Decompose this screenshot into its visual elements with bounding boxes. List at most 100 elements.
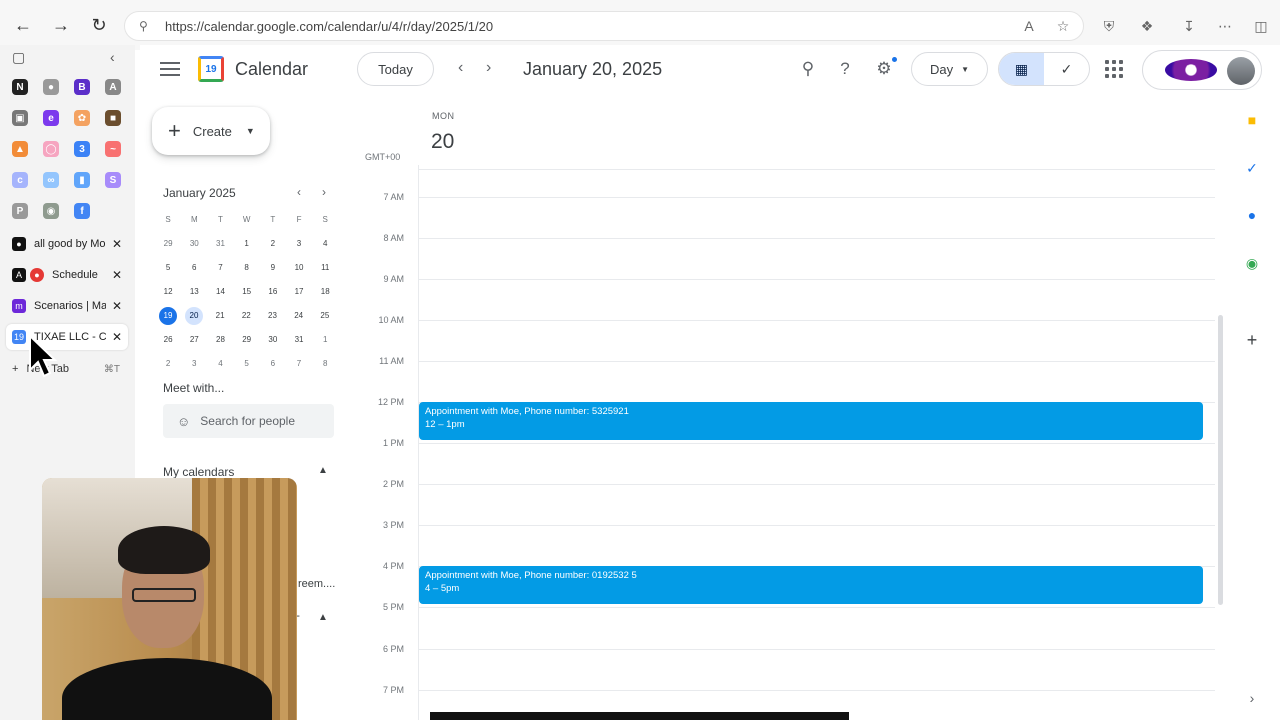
help-icon[interactable]: ? bbox=[834, 58, 856, 80]
tab-schedule[interactable]: A ● Schedule ✕ bbox=[6, 262, 128, 288]
close-icon[interactable]: ✕ bbox=[112, 330, 122, 344]
mini-day[interactable]: 9 bbox=[260, 259, 286, 277]
mini-previous-month-icon[interactable]: ‹ bbox=[297, 185, 301, 199]
mini-day[interactable]: 17 bbox=[286, 283, 312, 301]
calendar-tasks-toggle[interactable]: ▦ ✓ bbox=[998, 52, 1090, 86]
pinned-site-icon[interactable]: B bbox=[74, 79, 90, 95]
calendar-event[interactable]: Appointment with Moe, Phone number: 0192… bbox=[419, 566, 1203, 604]
pinned-site-icon[interactable]: c bbox=[12, 172, 28, 188]
forward-icon[interactable]: → bbox=[48, 12, 74, 38]
mini-day[interactable]: 7 bbox=[286, 355, 312, 373]
favorite-star-icon[interactable]: ☆ bbox=[1054, 17, 1072, 35]
mini-day[interactable]: 12 bbox=[155, 283, 181, 301]
pinned-site-icon[interactable]: ~ bbox=[105, 141, 121, 157]
mini-day[interactable]: 15 bbox=[234, 283, 260, 301]
pinned-site-icon[interactable]: 3 bbox=[74, 141, 90, 157]
mini-day[interactable]: 3 bbox=[181, 355, 207, 373]
mini-day[interactable]: 4 bbox=[207, 355, 233, 373]
chevron-up-icon[interactable]: ▲ bbox=[318, 612, 328, 623]
contacts-icon[interactable]: ● bbox=[1244, 207, 1260, 223]
mini-next-month-icon[interactable]: › bbox=[322, 185, 326, 199]
chevron-up-icon[interactable]: ▲ bbox=[318, 465, 328, 476]
close-icon[interactable]: ✕ bbox=[112, 299, 122, 313]
mini-day[interactable]: 5 bbox=[234, 355, 260, 373]
mini-day[interactable]: 23 bbox=[259, 307, 285, 325]
pinned-site-icon[interactable]: f bbox=[74, 203, 90, 219]
mini-day[interactable]: 24 bbox=[286, 307, 312, 325]
mini-day[interactable]: 14 bbox=[207, 283, 233, 301]
tab-actions-icon[interactable]: ▢ bbox=[12, 49, 25, 66]
pinned-site-icon[interactable]: A bbox=[105, 79, 121, 95]
mini-day-today[interactable]: 19 bbox=[159, 307, 177, 325]
pinned-site-icon[interactable]: ● bbox=[43, 79, 59, 95]
pinned-site-icon[interactable]: ▣ bbox=[12, 110, 28, 126]
close-icon[interactable]: ✕ bbox=[112, 237, 122, 251]
extensions-icon[interactable]: ❖ bbox=[1138, 17, 1156, 35]
mini-day[interactable]: 2 bbox=[155, 355, 181, 373]
pinned-site-icon[interactable]: S bbox=[105, 172, 121, 188]
previous-day-icon[interactable]: ‹ bbox=[458, 59, 463, 77]
reload-icon[interactable]: ↻ bbox=[86, 12, 112, 38]
tasks-view-icon[interactable]: ✓ bbox=[1044, 53, 1089, 85]
pinned-site-icon[interactable]: ▲ bbox=[12, 141, 28, 157]
mini-day[interactable]: 13 bbox=[181, 283, 207, 301]
tasks-icon[interactable]: ✓ bbox=[1244, 160, 1260, 176]
search-people-input[interactable]: ☺ Search for people bbox=[163, 404, 334, 438]
calendar-view-icon[interactable]: ▦ bbox=[999, 53, 1044, 85]
search-icon[interactable]: ⚲ bbox=[797, 58, 819, 80]
mini-day[interactable]: 31 bbox=[207, 235, 233, 253]
shield-icon[interactable]: ⛨ bbox=[1100, 17, 1118, 35]
mini-day[interactable]: 6 bbox=[260, 355, 286, 373]
google-apps-icon[interactable] bbox=[1105, 60, 1123, 78]
mini-day[interactable]: 11 bbox=[312, 259, 338, 277]
mini-day[interactable]: 21 bbox=[207, 307, 233, 325]
mini-day[interactable]: 4 bbox=[312, 235, 338, 253]
maps-icon[interactable]: ◉ bbox=[1244, 255, 1260, 271]
pinned-site-icon[interactable]: ▮ bbox=[74, 172, 90, 188]
avatar[interactable] bbox=[1227, 57, 1255, 85]
mini-day[interactable]: 3 bbox=[286, 235, 312, 253]
mini-day[interactable]: 16 bbox=[260, 283, 286, 301]
today-button[interactable]: Today bbox=[357, 52, 434, 86]
pinned-site-icon[interactable]: N bbox=[12, 79, 28, 95]
sidebar-toggle-icon[interactable]: ◫ bbox=[1252, 17, 1270, 35]
mini-day[interactable]: 8 bbox=[312, 355, 338, 373]
tab-github[interactable]: ● all good by Mo ✕ bbox=[6, 231, 128, 257]
pinned-site-icon[interactable]: e bbox=[43, 110, 59, 126]
calendar-list-item[interactable]: reem.... bbox=[298, 578, 335, 590]
download-icon[interactable]: ↧ bbox=[1180, 17, 1198, 35]
settings-icon[interactable]: ⚙ bbox=[873, 58, 895, 80]
read-aloud-icon[interactable]: A bbox=[1020, 17, 1038, 35]
close-icon[interactable]: ✕ bbox=[112, 268, 122, 282]
mini-day[interactable]: 27 bbox=[181, 331, 207, 349]
create-button[interactable]: + Create ▼ bbox=[152, 107, 270, 155]
mini-day[interactable]: 10 bbox=[286, 259, 312, 277]
main-menu-icon[interactable] bbox=[160, 62, 180, 78]
mini-day[interactable]: 31 bbox=[286, 331, 312, 349]
expand-panel-icon[interactable]: › bbox=[1244, 690, 1260, 706]
mini-day[interactable]: 30 bbox=[260, 331, 286, 349]
pinned-site-icon[interactable]: ∞ bbox=[43, 172, 59, 188]
tab-calendar[interactable]: 19 TIXAE LLC - C ✕ bbox=[6, 324, 128, 350]
mini-day[interactable]: 5 bbox=[155, 259, 181, 277]
address-bar[interactable]: ⚲ https://calendar.google.com/calendar/u… bbox=[124, 11, 1084, 41]
collapse-panel-icon[interactable]: ‹ bbox=[110, 49, 115, 65]
mini-day[interactable]: 28 bbox=[207, 331, 233, 349]
next-day-icon[interactable]: › bbox=[486, 59, 491, 77]
mini-day[interactable]: 30 bbox=[181, 235, 207, 253]
mini-day[interactable]: 2 bbox=[260, 235, 286, 253]
pinned-site-icon[interactable]: ◯ bbox=[43, 141, 59, 157]
my-calendars-heading[interactable]: My calendars bbox=[163, 465, 234, 479]
mini-day[interactable]: 25 bbox=[312, 307, 338, 325]
account-switcher[interactable]: T bbox=[1142, 50, 1262, 90]
back-icon[interactable]: ← bbox=[10, 12, 36, 38]
mini-day[interactable]: 18 bbox=[312, 283, 338, 301]
mini-day[interactable]: 1 bbox=[312, 331, 338, 349]
pinned-site-icon[interactable]: ◉ bbox=[43, 203, 59, 219]
mini-day-selected[interactable]: 20 bbox=[185, 307, 203, 325]
mini-day[interactable]: 8 bbox=[234, 259, 260, 277]
mini-day[interactable]: 26 bbox=[155, 331, 181, 349]
mini-day[interactable]: 22 bbox=[233, 307, 259, 325]
pinned-site-icon[interactable]: ■ bbox=[105, 110, 121, 126]
mini-day[interactable]: 6 bbox=[181, 259, 207, 277]
